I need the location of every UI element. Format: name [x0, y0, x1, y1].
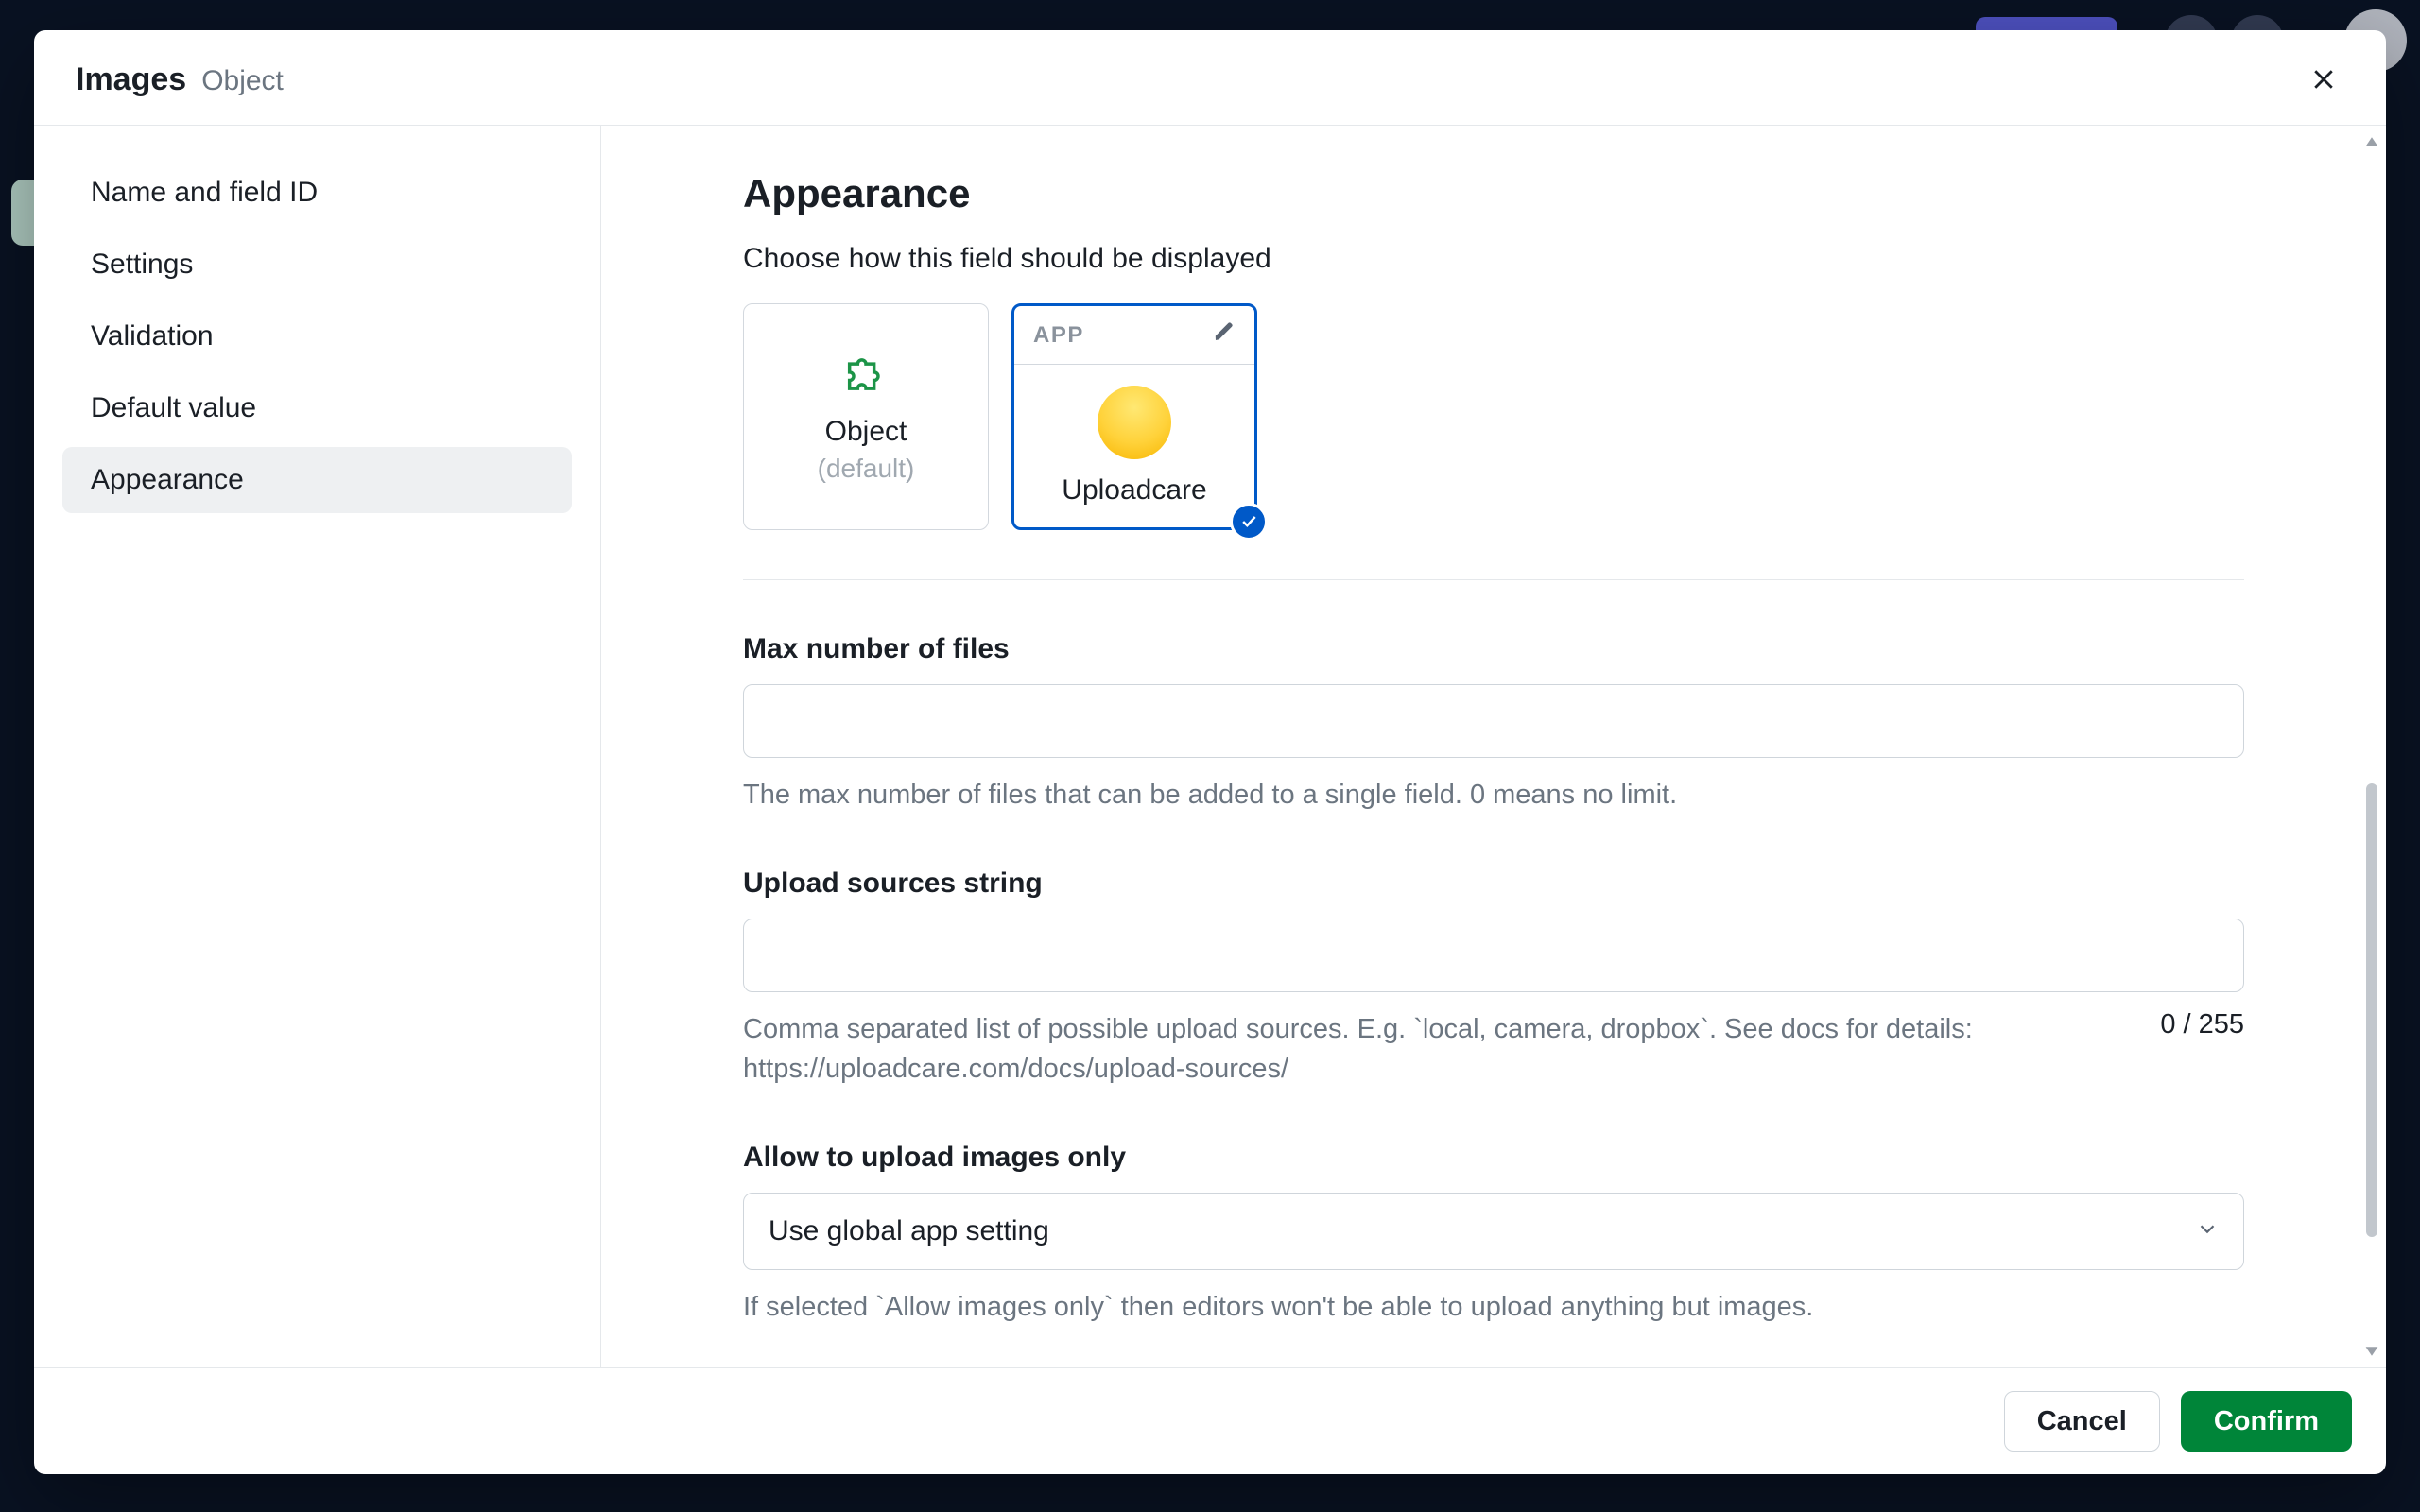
field-images-only: Allow to upload images only Use global a… [743, 1142, 2244, 1327]
modal-subtitle: Object [201, 65, 284, 97]
appearance-cards-row: Object (default) APP Uploadcare [743, 303, 2244, 530]
images-only-select[interactable]: Use global app setting [743, 1193, 2244, 1270]
field-max-files: Max number of files The max number of fi… [743, 633, 2244, 815]
sidebar-item-default-value[interactable]: Default value [62, 375, 572, 441]
pencil-icon [1213, 320, 1236, 343]
field-label: Max number of files [743, 633, 2244, 665]
sidebar-item-appearance[interactable]: Appearance [62, 447, 572, 513]
sidebar-item-settings[interactable]: Settings [62, 232, 572, 298]
close-icon [2309, 65, 2338, 94]
divider [743, 579, 2244, 580]
appearance-card-header: APP [1014, 306, 1254, 365]
modal-title: Images [76, 61, 186, 98]
appearance-card-object-default[interactable]: Object (default) [743, 303, 989, 530]
field-label: Upload sources string [743, 868, 2244, 900]
confirm-button[interactable]: Confirm [2181, 1391, 2352, 1452]
uploadcare-logo-icon [1098, 386, 1171, 459]
section-description: Choose how this field should be displaye… [743, 243, 2244, 275]
modal-body: Name and field ID Settings Validation De… [34, 126, 2386, 1367]
close-button[interactable] [2303, 59, 2344, 100]
field-settings-modal: Images Object Name and field ID Settings… [34, 30, 2386, 1474]
field-help-text: If selected `Allow images only` then edi… [743, 1287, 1813, 1327]
modal-footer: Cancel Confirm [34, 1367, 2386, 1474]
field-upload-sources: Upload sources string Comma separated li… [743, 868, 2244, 1089]
max-files-input[interactable] [743, 684, 2244, 758]
sidebar-item-name-id[interactable]: Name and field ID [62, 160, 572, 226]
appearance-card-body: Uploadcare [1014, 365, 1254, 527]
scrollbar[interactable] [2361, 131, 2382, 1362]
select-value: Use global app setting [769, 1215, 1049, 1247]
upload-sources-input[interactable] [743, 919, 2244, 992]
char-count: 0 / 255 [2160, 1009, 2244, 1040]
section-title: Appearance [743, 171, 2244, 216]
edit-app-button[interactable] [1213, 320, 1236, 350]
selected-badge [1230, 503, 1268, 541]
content-scroll[interactable]: Appearance Choose how this field should … [601, 126, 2386, 1367]
appearance-card-label: Uploadcare [1062, 474, 1206, 507]
check-icon [1239, 512, 1258, 531]
appearance-card-label: Object [825, 416, 908, 448]
modal-header: Images Object [34, 30, 2386, 126]
field-help-text: The max number of files that can be adde… [743, 775, 1677, 815]
sidebar-item-validation[interactable]: Validation [62, 303, 572, 369]
appearance-card-sublabel: (default) [818, 454, 915, 484]
field-label: Allow to upload images only [743, 1142, 2244, 1174]
cancel-button[interactable]: Cancel [2004, 1391, 2160, 1452]
scrollbar-thumb[interactable] [2366, 783, 2377, 1237]
puzzle-icon [841, 350, 890, 399]
scrollbar-down-icon[interactable] [2361, 1341, 2382, 1362]
sidebar: Name and field ID Settings Validation De… [34, 126, 601, 1367]
modal-title-wrap: Images Object [76, 61, 284, 98]
scrollbar-up-icon[interactable] [2361, 131, 2382, 152]
field-help-text: Comma separated list of possible upload … [743, 1009, 2122, 1089]
content-wrap: Appearance Choose how this field should … [601, 126, 2386, 1367]
app-badge: APP [1033, 322, 1084, 349]
appearance-card-uploadcare[interactable]: APP Uploadcare [1011, 303, 1257, 530]
